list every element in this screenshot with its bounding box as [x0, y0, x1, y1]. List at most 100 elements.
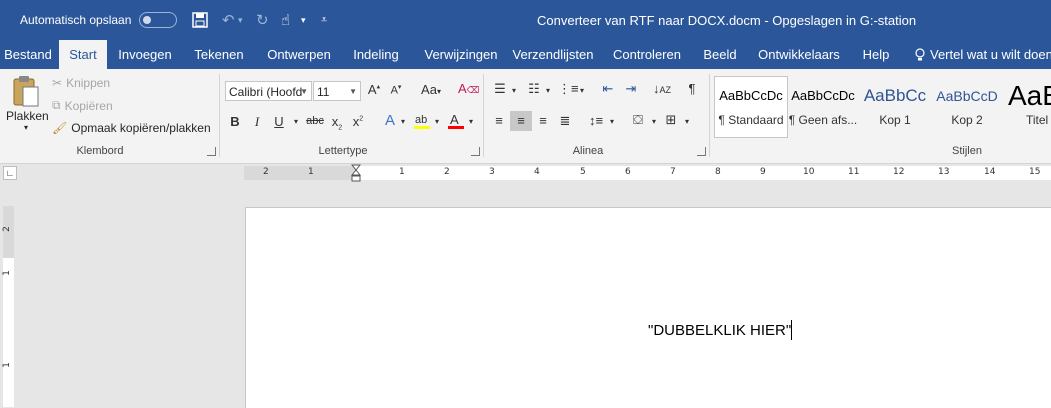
- align-center-icon[interactable]: ≡: [510, 111, 532, 131]
- underline-icon[interactable]: U: [273, 114, 285, 129]
- touch-dropdown-icon[interactable]: ▾: [301, 0, 306, 40]
- text-effects-dropdown-icon[interactable]: ▾: [399, 117, 407, 126]
- font-launcher-icon[interactable]: [471, 147, 480, 156]
- clipboard-launcher-icon[interactable]: [207, 147, 216, 156]
- paintbrush-icon: 🖌: [52, 121, 68, 135]
- save-icon[interactable]: [192, 0, 208, 40]
- group-label-paragraph: Alinea: [572, 145, 604, 157]
- line-spacing-dropdown-icon[interactable]: ▾: [608, 117, 616, 126]
- clipboard-icon: [11, 75, 41, 109]
- decrease-indent-icon[interactable]: ⇤: [598, 81, 618, 97]
- underline-dropdown-icon[interactable]: ▾: [291, 117, 301, 126]
- vertical-ruler[interactable]: 2 1 1: [1, 206, 14, 407]
- cut-button[interactable]: ✂ Knippen: [52, 76, 110, 90]
- ruler-number: 3: [489, 167, 495, 177]
- tab-indeling[interactable]: Indeling: [346, 40, 406, 69]
- style-titel[interactable]: AaB Titel: [1004, 79, 1051, 135]
- highlight-icon[interactable]: ab: [412, 112, 432, 130]
- document-title: Converteer van RTF naar DOCX.docm - Opge…: [537, 12, 917, 28]
- show-marks-icon[interactable]: ¶: [684, 81, 700, 96]
- multilevel-dropdown-icon[interactable]: ▾: [578, 86, 586, 95]
- multilevel-list-icon[interactable]: ⋮≡: [558, 81, 579, 97]
- style-name: Kop 1: [879, 113, 911, 127]
- touch-mode-icon[interactable]: ☝: [281, 0, 290, 40]
- style-preview: AaB: [1008, 80, 1051, 111]
- ruler-number: 9: [760, 167, 766, 177]
- undo-icon[interactable]: ↶: [222, 0, 235, 40]
- tab-ontwerpen[interactable]: Ontwerpen: [259, 40, 339, 69]
- strikethrough-icon[interactable]: abc: [305, 115, 325, 127]
- clear-formatting-icon[interactable]: A⌫: [458, 81, 479, 96]
- style-preview: AaBbCcDc: [791, 88, 855, 103]
- redo-icon[interactable]: ↻: [256, 0, 269, 40]
- undo-dropdown-icon[interactable]: ▾: [238, 0, 243, 40]
- bullets-dropdown-icon[interactable]: ▾: [510, 86, 518, 95]
- text-effects-icon[interactable]: A: [381, 112, 399, 129]
- customize-qat-icon[interactable]: ⩡: [321, 0, 327, 40]
- format-painter-button[interactable]: 🖌 Opmaak kopiëren/plakken: [52, 121, 211, 135]
- italic-icon[interactable]: I: [251, 114, 263, 130]
- align-left-icon[interactable]: ≡: [490, 113, 508, 128]
- tab-bestand[interactable]: Bestand: [0, 40, 56, 69]
- style-kop-2[interactable]: AaBbCcD Kop 2: [932, 79, 1002, 135]
- style-geen-afstand[interactable]: AaBbCcDc ¶ Geen afs...: [788, 79, 858, 135]
- tab-help[interactable]: Help: [855, 40, 897, 69]
- copy-icon: ⧉: [52, 98, 61, 112]
- font-color-icon[interactable]: A: [447, 112, 465, 130]
- document-text[interactable]: "DUBBELKLIK HIER": [648, 322, 791, 339]
- autosave-toggle[interactable]: [139, 0, 177, 40]
- superscript-icon[interactable]: x2: [351, 114, 365, 129]
- sort-icon[interactable]: ↓AZ: [652, 81, 672, 96]
- highlight-dropdown-icon[interactable]: ▾: [433, 117, 441, 126]
- tab-ontwikkelaars[interactable]: Ontwikkelaars: [752, 40, 846, 69]
- tell-me-box[interactable]: Vertel wat u wilt doen: [914, 40, 1051, 69]
- tab-tekenen[interactable]: Tekenen: [188, 40, 250, 69]
- numbering-icon[interactable]: ☷: [524, 81, 544, 97]
- shading-dropdown-icon[interactable]: ▾: [650, 117, 658, 126]
- ruler-number: 2: [1, 226, 12, 232]
- bold-icon[interactable]: B: [229, 114, 241, 129]
- tab-controleren[interactable]: Controleren: [607, 40, 687, 69]
- align-right-icon[interactable]: ≡: [534, 113, 552, 128]
- borders-icon[interactable]: ⊞: [662, 112, 680, 128]
- ruler-number: 12: [893, 167, 905, 177]
- cut-label: Knippen: [66, 76, 111, 90]
- ruler-number: 14: [984, 167, 996, 177]
- font-size-value: 11: [317, 85, 330, 99]
- ruler-margin: [244, 166, 356, 180]
- font-name-combo[interactable]: Calibri (Hoofd ▼: [225, 81, 312, 101]
- grow-font-icon[interactable]: A▴: [366, 82, 382, 97]
- increase-indent-icon[interactable]: ⇥: [621, 81, 641, 97]
- copy-label: Kopiëren: [64, 98, 113, 113]
- font-color-dropdown-icon[interactable]: ▾: [467, 117, 475, 126]
- line-spacing-icon[interactable]: ↕≡: [586, 113, 606, 128]
- tab-verzendlijsten[interactable]: Verzendlijsten: [510, 40, 596, 69]
- autosave-label: Automatisch opslaan: [20, 13, 132, 27]
- justify-icon[interactable]: ≣: [556, 113, 574, 129]
- horizontal-ruler[interactable]: 2 1 1 2 3 4 5 6 7 8 9 10 11 12 13 14 15: [244, 164, 1051, 182]
- numbering-dropdown-icon[interactable]: ▾: [544, 86, 552, 95]
- subscript-icon[interactable]: x2: [330, 114, 344, 132]
- paragraph-launcher-icon[interactable]: [697, 147, 706, 156]
- shading-icon[interactable]: ⛋: [628, 112, 648, 128]
- font-size-combo[interactable]: 11 ▼: [313, 81, 361, 101]
- borders-dropdown-icon[interactable]: ▾: [683, 117, 691, 126]
- ruler-number: 4: [534, 167, 540, 177]
- tab-selector-icon[interactable]: ∟: [3, 166, 17, 180]
- indent-marker-icon[interactable]: [351, 164, 361, 182]
- paste-button[interactable]: Plakken ▾: [6, 75, 49, 139]
- change-case-icon[interactable]: Aa▾: [417, 82, 445, 97]
- tab-invoegen[interactable]: Invoegen: [112, 40, 178, 69]
- ruler-number: 1: [1, 270, 12, 276]
- shrink-font-icon[interactable]: A▾: [388, 83, 404, 97]
- tab-start[interactable]: Start: [59, 40, 107, 69]
- group-label-styles: Stijlen: [952, 145, 982, 157]
- style-standaard[interactable]: AaBbCcDc ¶ Standaard: [716, 79, 786, 135]
- tab-verwijzingen[interactable]: Verwijzingen: [414, 40, 508, 69]
- divider: [483, 74, 484, 157]
- copy-button[interactable]: ⧉ Kopiëren: [52, 98, 113, 113]
- style-kop-1[interactable]: AaBbCc Kop 1: [860, 79, 930, 135]
- tab-beeld[interactable]: Beeld: [697, 40, 743, 69]
- document-page[interactable]: "DUBBELKLIK HIER": [245, 207, 1051, 408]
- bullets-icon[interactable]: ☰: [490, 81, 510, 97]
